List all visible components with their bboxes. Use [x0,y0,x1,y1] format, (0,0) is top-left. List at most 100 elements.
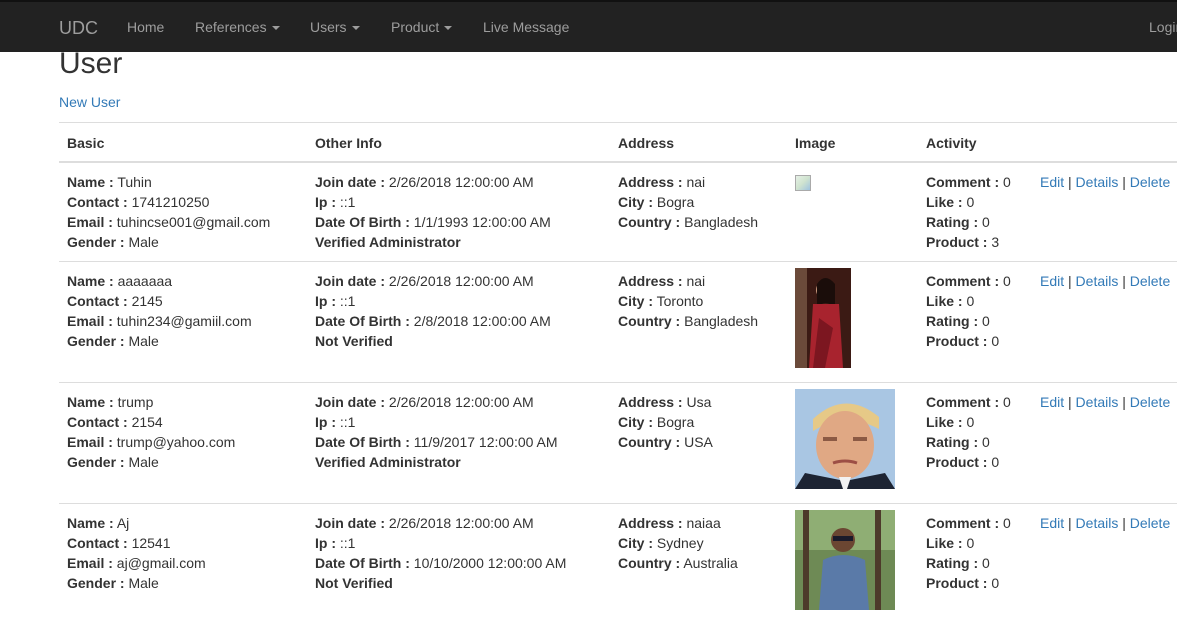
delete-link[interactable]: Delete [1130,515,1170,531]
delete-link[interactable]: Delete [1130,273,1170,289]
delete-link[interactable]: Delete [1130,174,1170,190]
gender-field: Gender : Male [67,573,299,593]
details-link[interactable]: Details [1076,174,1119,190]
country-field: Country : Bangladesh [618,311,779,331]
city-field: City : Bogra [618,412,779,432]
product-count: Product : 0 [926,452,1024,472]
activity-cell: Comment : 0Like : 0Rating : 0Product : 0 [918,504,1032,624]
rating-count: Rating : 0 [926,212,1024,232]
actions-cell: Edit | Details | Delete [1032,262,1177,383]
rating-count: Rating : 0 [926,311,1024,331]
brand-link[interactable]: UDC [59,18,98,39]
edit-link[interactable]: Edit [1040,273,1064,289]
actions-cell: Edit | Details | Delete [1032,504,1177,624]
basic-cell: Name : trumpContact : 2154Email : trump@… [59,383,307,504]
gender-field: Gender : Male [67,452,299,472]
ip-field: Ip : ::1 [315,192,602,212]
other-info-cell: Join date : 2/26/2018 12:00:00 AMIp : ::… [307,383,610,504]
email-field: Email : trump@yahoo.com [67,432,299,452]
comment-count: Comment : 0 [926,172,1024,192]
email-field: Email : aj@gmail.com [67,553,299,573]
product-count: Product : 0 [926,573,1024,593]
address-cell: Address : UsaCity : BograCountry : USA [610,383,787,504]
city-field: City : Toronto [618,291,779,311]
nav-users[interactable]: Users [310,19,360,35]
other-info-cell: Join date : 2/26/2018 12:00:00 AMIp : ::… [307,504,610,624]
email-field: Email : tuhin234@gamiil.com [67,311,299,331]
actions-cell: Edit | Details | Delete [1032,162,1177,262]
like-count: Like : 0 [926,533,1024,553]
details-link[interactable]: Details [1076,515,1119,531]
login-link[interactable]: Login [1149,19,1177,35]
verification-status: Not Verified [315,573,602,593]
table-header-row: Basic Other Info Address Image Activity [59,123,1177,163]
delete-link[interactable]: Delete [1130,394,1170,410]
name-field: Name : trump [67,392,299,412]
image-cell [787,162,918,262]
broken-image-icon [795,175,811,191]
name-field: Name : Aj [67,513,299,533]
header-basic: Basic [59,123,307,163]
email-field: Email : tuhincse001@gmail.com [67,212,299,232]
join-date-field: Join date : 2/26/2018 12:00:00 AM [315,513,602,533]
header-other-info: Other Info [307,123,610,163]
nav-references[interactable]: References [195,19,280,35]
country-field: Country : USA [618,432,779,452]
dob-field: Date Of Birth : 10/10/2000 12:00:00 AM [315,553,602,573]
user-photo [795,268,910,373]
image-cell [787,504,918,624]
nav-home[interactable]: Home [127,19,164,35]
user-photo [795,389,910,494]
activity-cell: Comment : 0Like : 0Rating : 0Product : 3 [918,162,1032,262]
details-link[interactable]: Details [1076,273,1119,289]
header-activity: Activity [918,123,1032,163]
comment-count: Comment : 0 [926,513,1024,533]
contact-field: Contact : 1741210250 [67,192,299,212]
city-field: City : Sydney [618,533,779,553]
users-table: Basic Other Info Address Image Activity … [59,122,1177,624]
rating-count: Rating : 0 [926,553,1024,573]
ip-field: Ip : ::1 [315,412,602,432]
edit-link[interactable]: Edit [1040,174,1064,190]
basic-cell: Name : aaaaaaaContact : 2145Email : tuhi… [59,262,307,383]
other-info-cell: Join date : 2/26/2018 12:00:00 AMIp : ::… [307,262,610,383]
name-field: Name : aaaaaaa [67,271,299,291]
activity-cell: Comment : 0Like : 0Rating : 0Product : 0 [918,383,1032,504]
header-actions [1032,123,1177,163]
gender-field: Gender : Male [67,232,299,252]
edit-link[interactable]: Edit [1040,394,1064,410]
contact-field: Contact : 12541 [67,533,299,553]
image-cell [787,383,918,504]
activity-cell: Comment : 0Like : 0Rating : 0Product : 0 [918,262,1032,383]
verification-status: Not Verified [315,331,602,351]
nav-live-message[interactable]: Live Message [483,19,569,35]
nav-product[interactable]: Product [391,19,452,35]
country-field: Country : Bangladesh [618,212,779,232]
rating-count: Rating : 0 [926,432,1024,452]
other-info-cell: Join date : 2/26/2018 12:00:00 AMIp : ::… [307,162,610,262]
caret-down-icon [272,26,280,30]
country-field: Country : Australia [618,553,779,573]
product-count: Product : 0 [926,331,1024,351]
verification-status: Verified Administrator [315,452,602,472]
image-cell [787,262,918,383]
contact-field: Contact : 2145 [67,291,299,311]
dob-field: Date Of Birth : 11/9/2017 12:00:00 AM [315,432,602,452]
basic-cell: Name : TuhinContact : 1741210250Email : … [59,162,307,262]
new-user-link[interactable]: New User [59,94,120,110]
table-row: Name : aaaaaaaContact : 2145Email : tuhi… [59,262,1177,383]
header-image: Image [787,123,918,163]
like-count: Like : 0 [926,291,1024,311]
header-address: Address [610,123,787,163]
top-navbar: UDC Home References Users Product Live M… [0,0,1177,52]
city-field: City : Bogra [618,192,779,212]
details-link[interactable]: Details [1076,394,1119,410]
ip-field: Ip : ::1 [315,291,602,311]
gender-field: Gender : Male [67,331,299,351]
edit-link[interactable]: Edit [1040,515,1064,531]
table-row: Name : TuhinContact : 1741210250Email : … [59,162,1177,262]
ip-field: Ip : ::1 [315,533,602,553]
join-date-field: Join date : 2/26/2018 12:00:00 AM [315,172,602,192]
join-date-field: Join date : 2/26/2018 12:00:00 AM [315,392,602,412]
page-title: User [59,47,122,81]
